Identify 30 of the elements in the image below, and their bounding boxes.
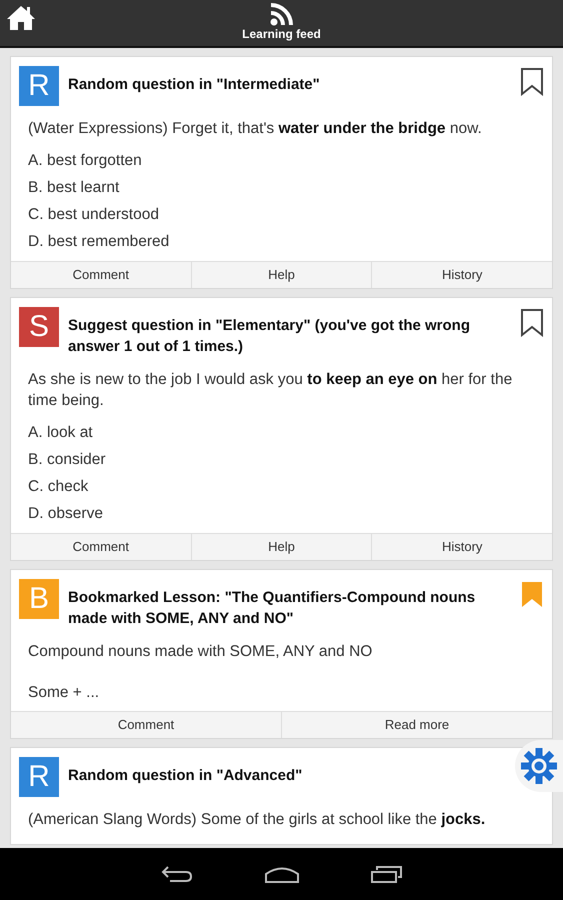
lesson-text: Some + ... xyxy=(28,683,100,703)
lesson-text: Compound nouns made with SOME, ANY and NO xyxy=(28,642,374,662)
card-title: Random question in "Advanced" xyxy=(68,766,304,786)
answer-option[interactable]: B. consider xyxy=(28,446,542,473)
answer-option[interactable]: D. best remembered xyxy=(28,228,542,255)
recent-apps-button[interactable] xyxy=(370,864,404,884)
answer-option[interactable]: A. look at xyxy=(28,419,542,446)
home-icon[interactable] xyxy=(6,4,36,32)
letter-avatar: S xyxy=(19,307,59,347)
bookmark-icon[interactable] xyxy=(520,309,544,337)
card-title: Suggest question in "Elementary" (you've got the wrong answer 1 out of 1 times.) xyxy=(68,316,471,357)
question-text: (American Slang Words) Some of the girls at school like the jocks. xyxy=(28,810,486,830)
letter-avatar: R xyxy=(19,757,59,797)
letter-avatar: R xyxy=(19,66,59,106)
card-title: Bookmarked Lesson: "The Quantifiers-Compound nouns made with SOME, ANY and NO" xyxy=(68,588,476,629)
question-text: As she is new to the job I would ask you to keep an eye on her for the time being. xyxy=(28,370,514,411)
settings-icon xyxy=(518,745,560,787)
page-title: Learning feed xyxy=(242,27,321,41)
answer-option[interactable]: B. best learnt xyxy=(28,174,542,201)
answer-option[interactable]: C. check xyxy=(28,473,542,500)
answer-option[interactable]: C. best understood xyxy=(28,201,542,228)
settings-button[interactable] xyxy=(515,740,563,792)
rss-icon xyxy=(268,3,294,27)
card-title: Random question in "Intermediate" xyxy=(68,75,321,95)
back-button[interactable] xyxy=(160,864,194,884)
bookmark-icon[interactable] xyxy=(520,68,544,96)
answer-option[interactable]: A. best forgotten xyxy=(28,147,542,174)
question-text: (Water Expressions) Forget it, that's water under the bridge now. xyxy=(28,119,483,139)
answer-option[interactable]: D. observe xyxy=(28,500,542,527)
letter-avatar: B xyxy=(19,579,59,619)
